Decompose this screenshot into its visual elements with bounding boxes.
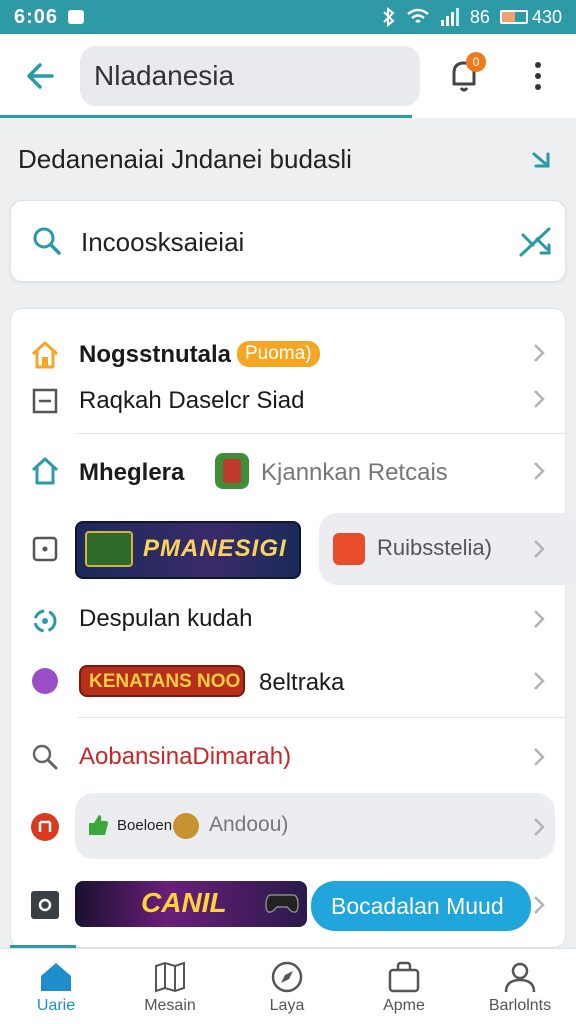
list-item[interactable]: Nogsstnutala Puoma)	[11, 335, 567, 375]
minus-square-icon	[32, 388, 58, 414]
list-item-label: AobansinaDimarah)	[79, 743, 292, 770]
gamepad-icon	[265, 894, 299, 913]
small-label: Boeloen	[117, 817, 173, 834]
nav-item-compass[interactable]: Laya	[237, 961, 337, 1015]
link-icon	[33, 609, 57, 633]
wifi-icon	[407, 8, 429, 23]
list-item-secondary: Ruibsstelia)	[377, 535, 492, 560]
bag-icon	[388, 961, 420, 993]
status-time: 6:06	[14, 5, 59, 28]
nav-item-bag[interactable]: Apme	[354, 961, 454, 1015]
status-icons: 86 430	[382, 7, 562, 28]
section-title: Dedanenaiai Jndanei budasli	[18, 144, 352, 174]
nav-item-map[interactable]: Mesain	[120, 961, 220, 1015]
back-arrow-icon[interactable]	[22, 56, 62, 96]
banner-title: CANIL	[141, 887, 227, 918]
purple-dot-icon	[32, 668, 58, 694]
game-banner[interactable]: KENATANS NOO	[79, 665, 245, 697]
cta-button[interactable]: Bocadalan Muud	[311, 881, 531, 931]
status-badge: Puoma)	[237, 341, 320, 367]
coin-icon	[173, 813, 199, 839]
cta-label: Bocadalan Muud	[331, 892, 504, 919]
home-icon	[31, 341, 59, 369]
signal-icon	[440, 8, 459, 26]
status-bar: 6:06 86 430	[0, 0, 576, 34]
search-card[interactable]: Incoosksaieiai	[10, 200, 566, 282]
top-search-value: Nladanesia	[94, 60, 235, 91]
list-item[interactable]: CANIL Bocadalan Muud	[11, 875, 567, 935]
banner-title: PMANESIGI	[143, 535, 287, 562]
divider	[77, 433, 567, 434]
divider	[77, 717, 567, 718]
filter-action-icon[interactable]	[517, 225, 553, 259]
chevron-right-icon	[534, 390, 545, 408]
top-search-input[interactable]: Nladanesia	[80, 46, 420, 106]
row-pill[interactable]: Boeloen Andoou)	[75, 793, 555, 859]
nav-label: Laya	[269, 997, 305, 1014]
bottom-nav: Uarie Mesain Laya Apme Barlolnts	[0, 945, 576, 1024]
signal-text: 86	[469, 6, 490, 27]
nav-label: Uarie	[36, 997, 76, 1014]
app-bar: Nladanesia 0	[0, 34, 576, 118]
list-item-secondary: Kjannkan Retcais	[261, 459, 448, 486]
chevron-right-icon	[534, 610, 545, 628]
more-vert-icon[interactable]	[524, 56, 552, 96]
list-item[interactable]: Raqkah Daselcr Siad	[11, 381, 567, 421]
chevron-right-icon	[534, 462, 545, 480]
person-icon	[504, 962, 536, 993]
dark-square-icon	[31, 891, 59, 919]
home-icon	[41, 963, 71, 991]
game-thumbnail	[215, 453, 249, 489]
search-icon	[32, 744, 58, 770]
list-item[interactable]: AobansinaDimarah)	[11, 737, 567, 777]
list-item[interactable]: Boeloen Andoou)	[11, 793, 567, 861]
chevron-expand-icon[interactable]	[526, 144, 556, 174]
bluetooth-icon	[383, 7, 395, 27]
list-item-label: Raqkah Daselcr Siad	[79, 387, 305, 414]
notification-badge: 0	[466, 52, 486, 72]
chevron-right-icon	[534, 672, 545, 690]
chevron-right-icon	[534, 540, 545, 558]
list-item-secondary: 8eltraka	[259, 669, 345, 696]
message-icon	[68, 10, 85, 24]
banner-title: KENATANS NOO	[89, 671, 241, 692]
results-list: Nogsstnutala Puoma) Raqkah Daselcr Siad …	[10, 308, 576, 948]
list-item-label: Mheglera	[79, 459, 185, 486]
nav-item-profile[interactable]: Barlolnts	[470, 961, 570, 1015]
list-item-label: Nogsstnutala	[79, 341, 232, 368]
chevron-right-icon	[534, 818, 545, 836]
list-item[interactable]: KENATANS NOO 8eltraka	[11, 659, 567, 703]
active-indicator	[10, 945, 76, 948]
nav-item-home[interactable]: Uarie	[6, 961, 106, 1015]
battery-text: 430	[531, 6, 562, 27]
search-icon	[33, 227, 61, 255]
nav-label: Apme	[383, 997, 425, 1014]
list-item[interactable]: Mheglera Kjannkan Retcais	[11, 449, 567, 495]
list-item[interactable]: Despulan kudah	[11, 599, 567, 639]
square-dot-icon	[32, 536, 58, 562]
thumbs-up-icon	[89, 815, 108, 835]
app-thumbnail	[333, 533, 365, 565]
compass-icon	[271, 961, 303, 993]
list-item[interactable]: PMANESIGI Ruibsstelia)	[11, 513, 576, 587]
list-item-secondary: Andoou)	[209, 813, 289, 836]
search-input-value[interactable]: Incoosksaieiai	[81, 227, 244, 258]
red-circle-icon	[31, 813, 59, 841]
game-banner[interactable]: CANIL	[75, 881, 307, 927]
chevron-right-icon	[534, 344, 545, 362]
nav-label: Barlolnts	[488, 997, 552, 1014]
map-icon	[155, 961, 185, 993]
game-banner[interactable]: PMANESIGI	[75, 521, 301, 579]
app-bar-underline	[0, 115, 412, 118]
chevron-right-icon	[534, 748, 545, 766]
chevron-right-icon	[534, 896, 545, 914]
nav-label: Mesain	[144, 997, 196, 1014]
list-item-label: Despulan kudah	[79, 605, 253, 632]
battery-icon: 430	[499, 6, 562, 28]
house-outline-icon	[31, 457, 59, 485]
